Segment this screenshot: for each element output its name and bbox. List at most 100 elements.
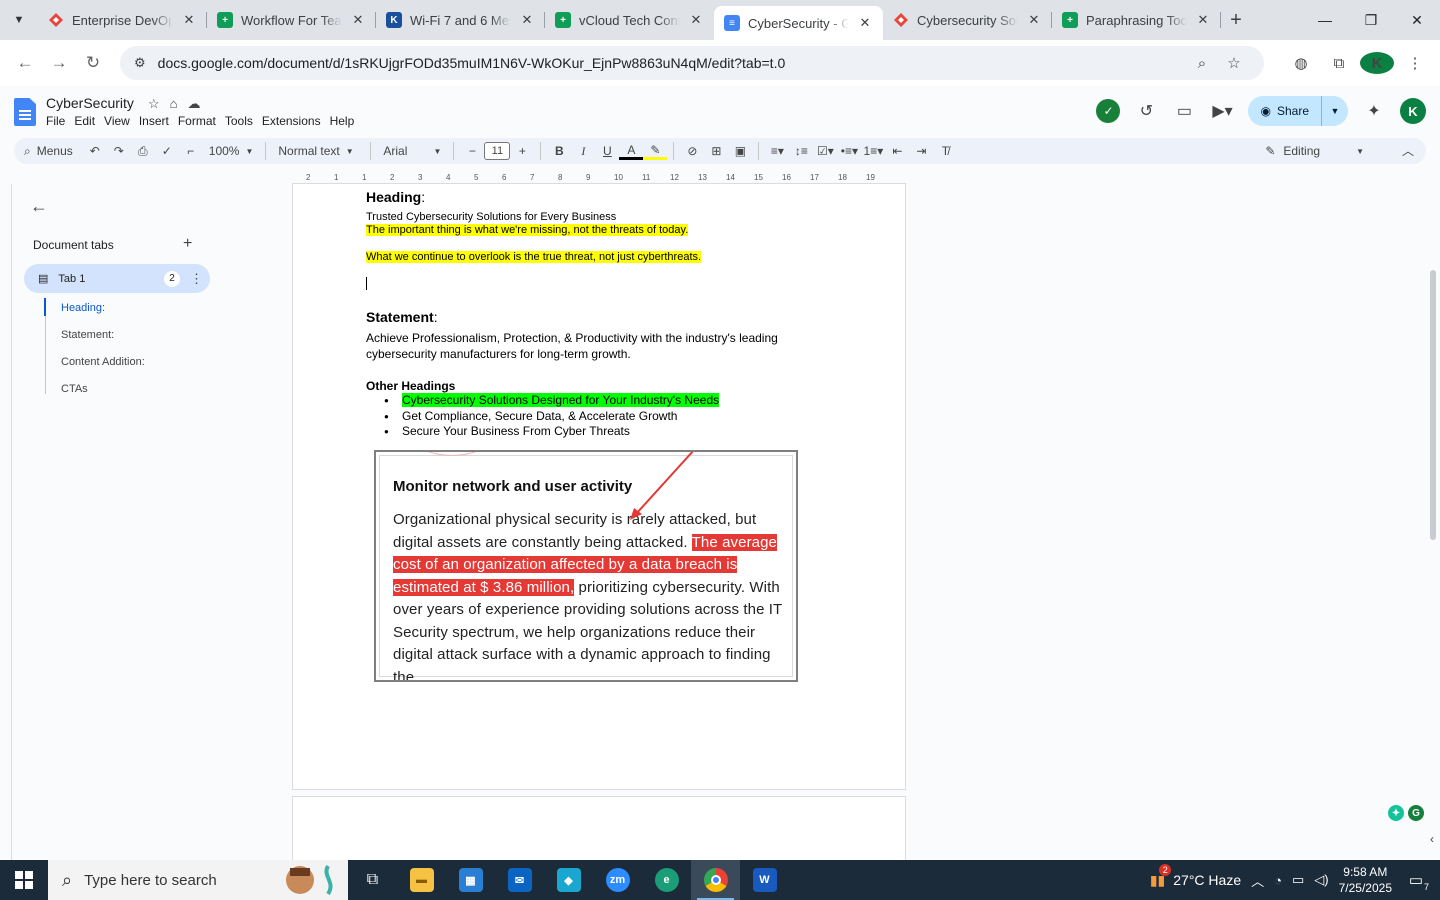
menu-help[interactable]: Help [330,114,364,128]
browser-tab-active[interactable]: ≡ CyberSecurity - Google Docs ✕ [714,6,883,40]
gemini-status-icon[interactable]: ✓ [1096,99,1121,123]
numbered-list-icon[interactable]: 1≡▾ [861,140,885,162]
close-icon[interactable]: ✕ [1026,12,1042,28]
menu-file[interactable]: File [46,114,74,128]
chrome-icon[interactable] [691,860,740,900]
increase-indent-icon[interactable]: ⇥ [909,140,933,162]
italic-icon[interactable]: I [571,140,595,162]
zoom-icon[interactable]: ⌕ [1186,55,1218,72]
decrease-indent-icon[interactable]: ⇤ [885,140,909,162]
assistant-icon[interactable]: ✦ [1388,805,1404,821]
store-icon[interactable]: ▦ [446,860,495,900]
outline-item[interactable]: Content Addition: [44,348,145,375]
share-button[interactable]: ◉ Share ▼ [1248,96,1348,126]
heading-text[interactable]: Heading: [366,189,425,205]
close-icon[interactable]: ✕ [857,15,873,31]
list-item[interactable]: Secure Your Business From Cyber Threats [384,424,719,440]
menus-search[interactable]: ⌕ Menus [24,144,83,159]
line-spacing-icon[interactable]: ↕≡ [789,140,813,162]
other-headings-title[interactable]: Other Headings [366,379,455,393]
grammarly-icon[interactable]: G [1408,805,1424,821]
font-select[interactable]: Arial ▼ [377,144,447,158]
text-color-icon[interactable]: A [619,142,644,160]
browser-tab[interactable]: + vCloud Tech Content ✕ [545,0,714,40]
list-item[interactable]: Get Compliance, Secure Data, & Accelerat… [384,409,719,425]
browser-tab[interactable]: + Workflow For Team ✕ [207,0,376,40]
menu-format[interactable]: Format [178,114,225,128]
close-window-icon[interactable]: ✕ [1394,0,1440,40]
site-settings-icon[interactable]: ⚙ [134,55,146,71]
cloud-status-icon[interactable]: ☁ [188,96,201,112]
word-icon[interactable]: W [740,860,789,900]
forward-icon[interactable]: → [42,46,76,80]
style-select[interactable]: Normal text ▼ [272,144,364,158]
document-title[interactable]: CyberSecurity [46,95,134,111]
font-size-input[interactable]: 11 [484,142,511,160]
browser-tab[interactable]: K Wi-Fi 7 and 6 Mesh ✕ [376,0,545,40]
outline-item[interactable]: CTAs [44,375,145,402]
profile-avatar[interactable]: K [1360,52,1394,74]
add-tab-icon[interactable]: + [183,235,192,253]
highlighted-line[interactable]: The important thing is what we're missin… [366,224,689,236]
insert-image-icon[interactable]: ▣ [728,140,752,162]
print-icon[interactable]: ⎙ [131,140,155,162]
clear-formatting-icon[interactable]: T̸ [933,140,957,162]
network-icon[interactable]: ◔ [1274,873,1282,888]
scrollbar[interactable] [1430,270,1436,540]
weather-widget[interactable]: ▮▮ 2 27°C Haze [1150,863,1241,889]
outline-item[interactable]: Heading: [44,294,145,321]
tab-search-icon[interactable]: ▼ [0,0,38,40]
share-dropdown-icon[interactable]: ▼ [1322,106,1348,116]
subheading-text[interactable]: Trusted Cybersecurity Solutions for Ever… [366,211,616,223]
back-icon[interactable]: ← [8,46,42,80]
menu-extensions[interactable]: Extensions [262,114,330,128]
redo-icon[interactable]: ↷ [107,140,131,162]
task-view-icon[interactable]: ⧉ [348,860,397,900]
paint-format-icon[interactable]: ⌐ [179,140,203,162]
kodi-icon[interactable]: ◆ [544,860,593,900]
next-page[interactable] [292,796,906,866]
windows-start-icon[interactable] [0,860,48,900]
close-icon[interactable]: ✕ [350,12,366,28]
browser-tab[interactable]: Enterprise DevOps ✕ [38,0,207,40]
highlight-color-icon[interactable]: ✎ [643,142,668,160]
address-bar[interactable]: ⚙ docs.google.com/document/d/1sRKUjgrFOD… [120,46,1264,80]
mail-icon[interactable]: ✉ [495,860,544,900]
volume-icon[interactable]: ◁) [1314,872,1328,888]
version-history-icon[interactable]: ↺ [1134,99,1158,123]
document-page[interactable]: Heading: Trusted Cybersecurity Solutions… [292,184,906,790]
hide-menus-icon[interactable]: ︿ [1402,142,1414,159]
menu-edit[interactable]: Edit [74,114,104,128]
outline-item[interactable]: Statement: [44,321,145,348]
bullet-list[interactable]: Cybersecurity Solutions Designed for You… [384,393,720,440]
browser-tab[interactable]: + Paraphrasing Tool ✕ [1052,0,1221,40]
expand-side-panel-icon[interactable]: ‹ [1430,832,1434,846]
add-comment-icon[interactable]: ⊞ [704,140,728,162]
statement-body[interactable]: Achieve Professionalism, Protection, & P… [366,330,806,362]
back-arrow-icon[interactable]: ← [30,196,48,217]
bulleted-list-icon[interactable]: •≡▾ [837,140,861,162]
undo-icon[interactable]: ↶ [83,140,107,162]
chevron-up-icon[interactable]: ︿ [1251,871,1264,890]
notifications-icon[interactable]: ▭ 7 [1402,866,1430,894]
docs-logo-icon[interactable] [14,98,36,126]
display-icon[interactable]: ▭ [1292,872,1304,888]
close-icon[interactable]: ✕ [519,12,535,28]
extensions-icon[interactable]: ⧉ [1322,55,1356,72]
close-icon[interactable]: ✕ [688,12,704,28]
restore-icon[interactable]: ❐ [1348,0,1394,40]
editing-mode-select[interactable]: ✎ Editing ▼ [1255,138,1374,164]
highlighted-line[interactable]: What we continue to overlook is the true… [366,251,702,263]
new-tab-button[interactable]: + [1221,0,1251,40]
account-avatar[interactable]: K [1400,98,1426,124]
insert-link-icon[interactable]: ⊘ [680,140,704,162]
close-icon[interactable]: ✕ [181,12,197,28]
edge-icon[interactable]: e [642,860,691,900]
menu-view[interactable]: View [104,114,139,128]
close-icon[interactable]: ✕ [1195,12,1211,28]
underline-icon[interactable]: U [595,140,619,162]
minimize-icon[interactable]: — [1302,0,1348,40]
vertical-ruler[interactable] [0,184,12,860]
horizontal-ruler[interactable]: 2 1 1 2 3 4 5 6 7 8 9 10 11 12 13 14 15 16 17 18 19 [292,170,906,184]
spellcheck-icon[interactable]: ✓ [155,140,179,162]
